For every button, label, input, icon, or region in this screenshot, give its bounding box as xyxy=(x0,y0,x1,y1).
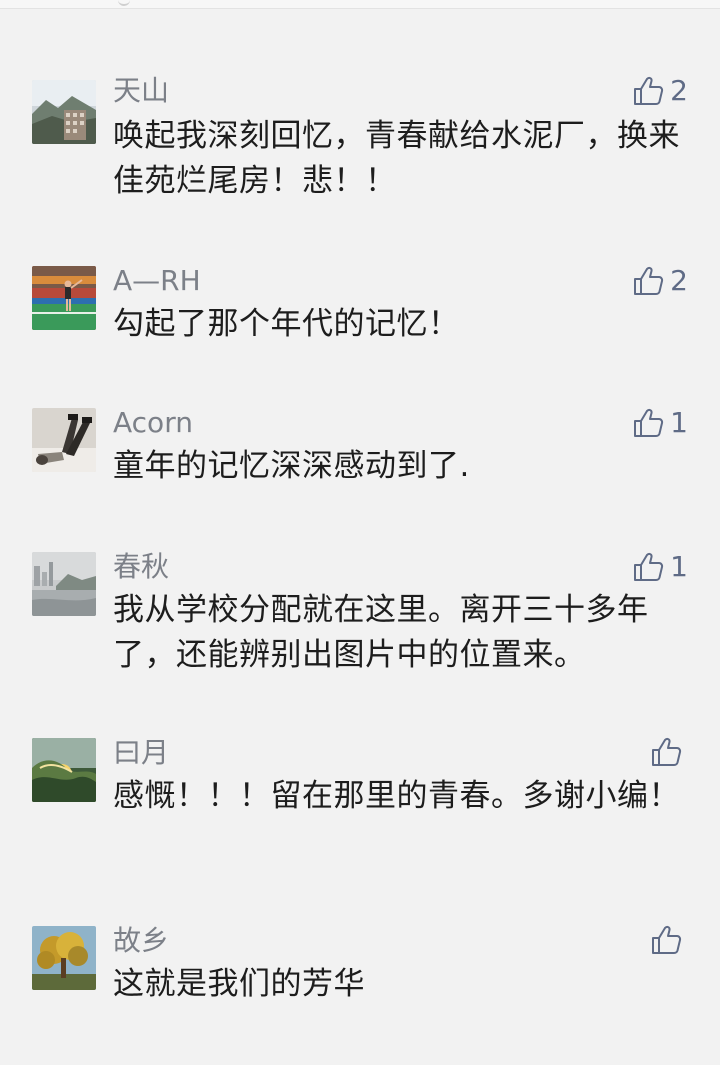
thumbs-up-icon xyxy=(652,737,682,766)
thumbs-up-icon xyxy=(634,408,664,437)
comment-author[interactable]: 春秋 xyxy=(113,550,169,584)
comment-text: 勾起了那个年代的记忆！ xyxy=(113,306,460,342)
like-count: 2 xyxy=(670,264,688,297)
thumbs-up-icon xyxy=(634,552,664,581)
thumbs-up-icon xyxy=(634,266,664,295)
comment-author[interactable]: A—RH xyxy=(113,264,201,298)
like-button[interactable] xyxy=(650,924,688,956)
avatar[interactable] xyxy=(32,738,96,802)
comment-text: 感慨！！！留在那里的青春。多谢小编！ xyxy=(113,778,680,814)
comment-text: 童年的记忆深深感动到了. xyxy=(113,448,470,484)
sunset-wave-avatar xyxy=(32,738,96,802)
comment-text: 这就是我们的芳华 xyxy=(113,966,365,1002)
like-button[interactable]: 2 xyxy=(632,264,688,298)
comment-text: 我从学校分配就在这里。离开三十多年了，还能辨别出图片中的位置来。 xyxy=(113,592,649,673)
thumbs-up-icon xyxy=(652,925,682,954)
river-city-avatar xyxy=(32,552,96,616)
tree-avatar xyxy=(32,926,96,990)
badminton-court-avatar xyxy=(32,266,96,330)
thumbs-up-icon xyxy=(634,76,664,105)
like-count: 1 xyxy=(670,406,688,439)
avatar[interactable] xyxy=(32,926,96,990)
like-button[interactable] xyxy=(650,736,688,768)
legs-up-avatar xyxy=(32,408,96,472)
avatar[interactable] xyxy=(32,552,96,616)
mountain-buildings-avatar xyxy=(32,80,96,144)
avatar[interactable] xyxy=(32,408,96,472)
comment-author[interactable]: Acorn xyxy=(113,406,193,440)
comment-text: 唤起我深刻回忆，青春献给水泥厂，换来佳苑烂尾房！悲！！ xyxy=(113,118,680,199)
comment-author[interactable]: 曰月 xyxy=(113,736,169,770)
like-count: 2 xyxy=(670,74,688,107)
like-button[interactable]: 1 xyxy=(632,406,688,440)
like-count: 1 xyxy=(670,550,688,583)
like-button[interactable]: 1 xyxy=(632,550,688,584)
comment-author[interactable]: 天山 xyxy=(113,74,169,108)
avatar[interactable] xyxy=(32,266,96,330)
comment-author[interactable]: 故乡 xyxy=(113,924,169,958)
previous-comment-edge xyxy=(0,0,720,9)
like-button[interactable]: 2 xyxy=(632,74,688,108)
avatar[interactable] xyxy=(32,80,96,144)
